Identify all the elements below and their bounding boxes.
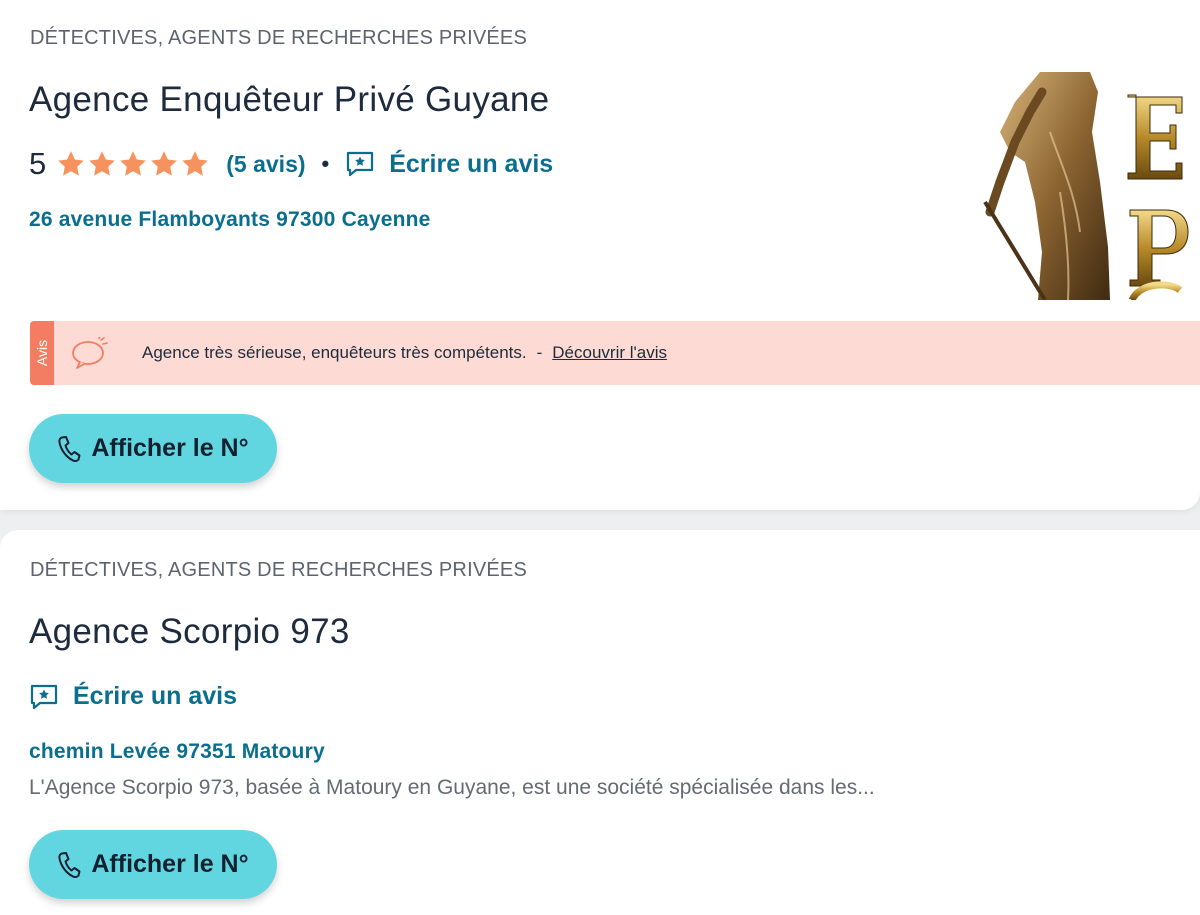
show-phone-button[interactable]: Afficher le N°	[29, 830, 277, 899]
listing-category: DÉTECTIVES, AGENTS DE RECHERCHES PRIVÉES	[30, 559, 527, 581]
star-icon	[89, 151, 115, 176]
rating-row: 5 (5 avis) • Écrire un avis	[29, 144, 553, 184]
reviews-count-link[interactable]: (5 avis)	[226, 151, 305, 178]
phone-icon	[58, 851, 81, 878]
discover-review-link[interactable]: Découvrir l'avis	[552, 343, 667, 363]
review-highlight-banner: Avis Agence très sérieuse, enquêteurs tr…	[30, 321, 1200, 385]
lady-justice-logo-image	[983, 72, 1189, 300]
listing-thumbnail[interactable]	[980, 72, 1200, 300]
star-icon	[182, 151, 208, 176]
speech-bubble-icon	[72, 337, 108, 369]
listing-address[interactable]: 26 avenue Flamboyants 97300 Cayenne	[29, 208, 431, 232]
star-icon	[120, 151, 146, 176]
review-tag-label: Avis	[34, 339, 51, 367]
write-review-link[interactable]: Écrire un avis	[29, 682, 237, 711]
review-separator: -	[536, 343, 543, 362]
listing-title[interactable]: Agence Scorpio 973	[29, 612, 350, 652]
show-phone-button[interactable]: Afficher le N°	[29, 414, 277, 483]
rating-score: 5	[29, 146, 47, 181]
listing-address[interactable]: chemin Levée 97351 Matoury	[29, 740, 325, 764]
show-phone-label: Afficher le N°	[91, 434, 249, 462]
review-tag: Avis	[30, 321, 54, 385]
star-icon	[151, 151, 177, 176]
review-excerpt: Agence très sérieuse, enquêteurs très co…	[142, 343, 527, 362]
listing-description: L'Agence Scorpio 973, basée à Matoury en…	[29, 776, 875, 799]
separator-dot: •	[321, 151, 330, 176]
star-icon	[58, 151, 84, 176]
review-star-bubble-icon	[30, 684, 58, 709]
listing-category: DÉTECTIVES, AGENTS DE RECHERCHES PRIVÉES	[30, 27, 527, 49]
phone-icon	[58, 435, 81, 462]
review-star-bubble-icon	[347, 151, 374, 177]
write-review-label: Écrire un avis	[73, 682, 237, 710]
star-rating	[56, 149, 210, 179]
show-phone-label: Afficher le N°	[91, 850, 249, 878]
write-review-link[interactable]: Écrire un avis	[345, 150, 553, 179]
write-review-label: Écrire un avis	[389, 149, 554, 178]
listing-card[interactable]: DÉTECTIVES, AGENTS DE RECHERCHES PRIVÉES…	[0, 530, 1200, 915]
listing-card[interactable]: DÉTECTIVES, AGENTS DE RECHERCHES PRIVÉES…	[0, 0, 1200, 510]
listing-title[interactable]: Agence Enquêteur Privé Guyane	[29, 80, 549, 120]
